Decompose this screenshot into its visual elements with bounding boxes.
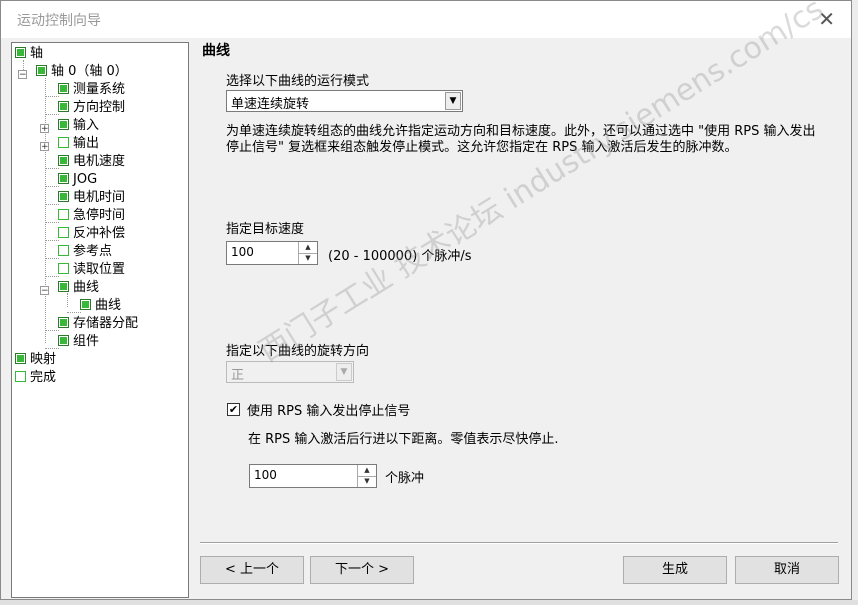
page-title: 曲线 xyxy=(202,43,230,59)
checkbox-icon xyxy=(80,299,91,310)
tree-item-estop-time[interactable]: 急停时间 xyxy=(58,207,125,225)
checkbox-icon xyxy=(58,263,69,274)
tree-item-measurement[interactable]: 测量系统 xyxy=(58,81,125,99)
direction-select-value: 正 xyxy=(231,368,245,383)
tree-item-components[interactable]: 组件 xyxy=(58,333,99,351)
distance-value: 100 xyxy=(254,468,277,482)
tree-item-axis[interactable]: 轴 xyxy=(15,45,43,63)
direction-select: 正 ▼ xyxy=(226,361,354,383)
tree-item-axis0[interactable]: 轴 0（轴 0） xyxy=(36,63,128,81)
checkbox-icon xyxy=(58,245,69,256)
speed-label: 指定目标速度 xyxy=(226,222,305,237)
checkbox-icon xyxy=(58,101,69,112)
checkbox-icon xyxy=(58,335,69,346)
mode-description: 为单速连续旋转组态的曲线允许指定运动方向和目标速度。此外，还可以通过选中 "使用… xyxy=(226,124,816,155)
expand-icon[interactable]: + xyxy=(40,142,49,152)
tree-item-finish[interactable]: 完成 xyxy=(15,369,56,387)
chevron-down-icon: ▼ xyxy=(336,363,352,381)
speed-value: 100 xyxy=(231,245,254,259)
checkbox-icon xyxy=(58,227,69,238)
watermark: 西门子工业 技术论坛 industry.siemens.com/cs xyxy=(253,0,830,370)
tree-item-memory[interactable]: 存储器分配 xyxy=(58,315,138,333)
rps-checkbox-label: 使用 RPS 输入发出停止信号 xyxy=(247,404,411,419)
dialog-title: 运动控制向导 xyxy=(17,13,101,29)
mode-select[interactable]: 单速连续旋转 ▼ xyxy=(226,90,463,112)
tree-item-profile[interactable]: 曲线 xyxy=(58,279,99,297)
checkbox-icon xyxy=(58,191,69,202)
checkbox-icon xyxy=(36,65,47,76)
background-app xyxy=(852,0,858,605)
checkbox-icon xyxy=(58,83,69,94)
collapse-icon[interactable]: − xyxy=(18,70,27,80)
checkbox-icon xyxy=(58,281,69,292)
checkbox-icon xyxy=(58,317,69,328)
tree-item-mapping[interactable]: 映射 xyxy=(15,351,56,369)
generate-button[interactable]: 生成 xyxy=(623,556,727,584)
prev-button[interactable]: < 上一个 xyxy=(200,556,304,584)
checkbox-icon xyxy=(58,137,69,148)
content-panel: 曲线 选择以下曲线的运行模式 单速连续旋转 ▼ 为单速连续旋转组态的曲线允许指定… xyxy=(189,0,851,598)
next-button[interactable]: 下一个 > xyxy=(310,556,414,584)
distance-stepper[interactable]: 100 ▲ ▼ xyxy=(249,464,377,488)
divider xyxy=(200,542,838,544)
checkbox-icon xyxy=(15,353,26,364)
tree-item-output[interactable]: 输出 xyxy=(58,135,99,153)
background-app-bottom xyxy=(0,600,858,605)
title-bar: 运动控制向导 ✕ xyxy=(1,1,851,38)
tree-item-jog[interactable]: JOG xyxy=(58,171,97,189)
chevron-down-icon[interactable]: ▼ xyxy=(445,92,461,110)
collapse-icon[interactable]: − xyxy=(40,286,49,296)
tree-item-direction[interactable]: 方向控制 xyxy=(58,99,125,117)
cancel-button[interactable]: 取消 xyxy=(735,556,839,584)
tree-item-motor-time[interactable]: 电机时间 xyxy=(58,189,125,207)
spin-down-icon[interactable]: ▼ xyxy=(358,476,376,487)
checkbox-icon xyxy=(15,47,26,58)
speed-stepper[interactable]: 100 ▲ ▼ xyxy=(226,241,318,265)
wizard-tree[interactable]: − + + − 轴 轴 0（轴 0） 测量系统 方向控制 输入 输出 电机速度 … xyxy=(11,42,189,598)
tree-item-profile-child[interactable]: 曲线 xyxy=(80,297,121,315)
checkbox-icon xyxy=(58,155,69,166)
mode-select-value: 单速连续旋转 xyxy=(231,97,310,112)
checkbox-icon xyxy=(58,119,69,130)
tree-item-input[interactable]: 输入 xyxy=(58,117,99,135)
rps-description: 在 RPS 输入激活后行进以下距离。零值表示尽快停止. xyxy=(248,432,559,447)
motion-wizard-dialog: 运动控制向导 ✕ − + + − 轴 轴 0（轴 0） 测量系统 方向控制 输入… xyxy=(0,0,852,600)
tree-item-backlash[interactable]: 反冲补偿 xyxy=(58,225,125,243)
expand-icon[interactable]: + xyxy=(40,124,49,134)
tree-item-reference[interactable]: 参考点 xyxy=(58,243,112,261)
checkbox-icon xyxy=(15,371,26,382)
rps-checkbox[interactable]: ✔ xyxy=(227,403,240,416)
distance-unit: 个脉冲 xyxy=(385,471,425,486)
spin-down-icon[interactable]: ▼ xyxy=(299,253,317,264)
checkbox-icon xyxy=(58,173,69,184)
mode-label: 选择以下曲线的运行模式 xyxy=(226,74,370,89)
tree-item-read-position[interactable]: 读取位置 xyxy=(58,261,125,279)
checkbox-icon xyxy=(58,209,69,220)
tree-item-motor-speed[interactable]: 电机速度 xyxy=(58,153,125,171)
